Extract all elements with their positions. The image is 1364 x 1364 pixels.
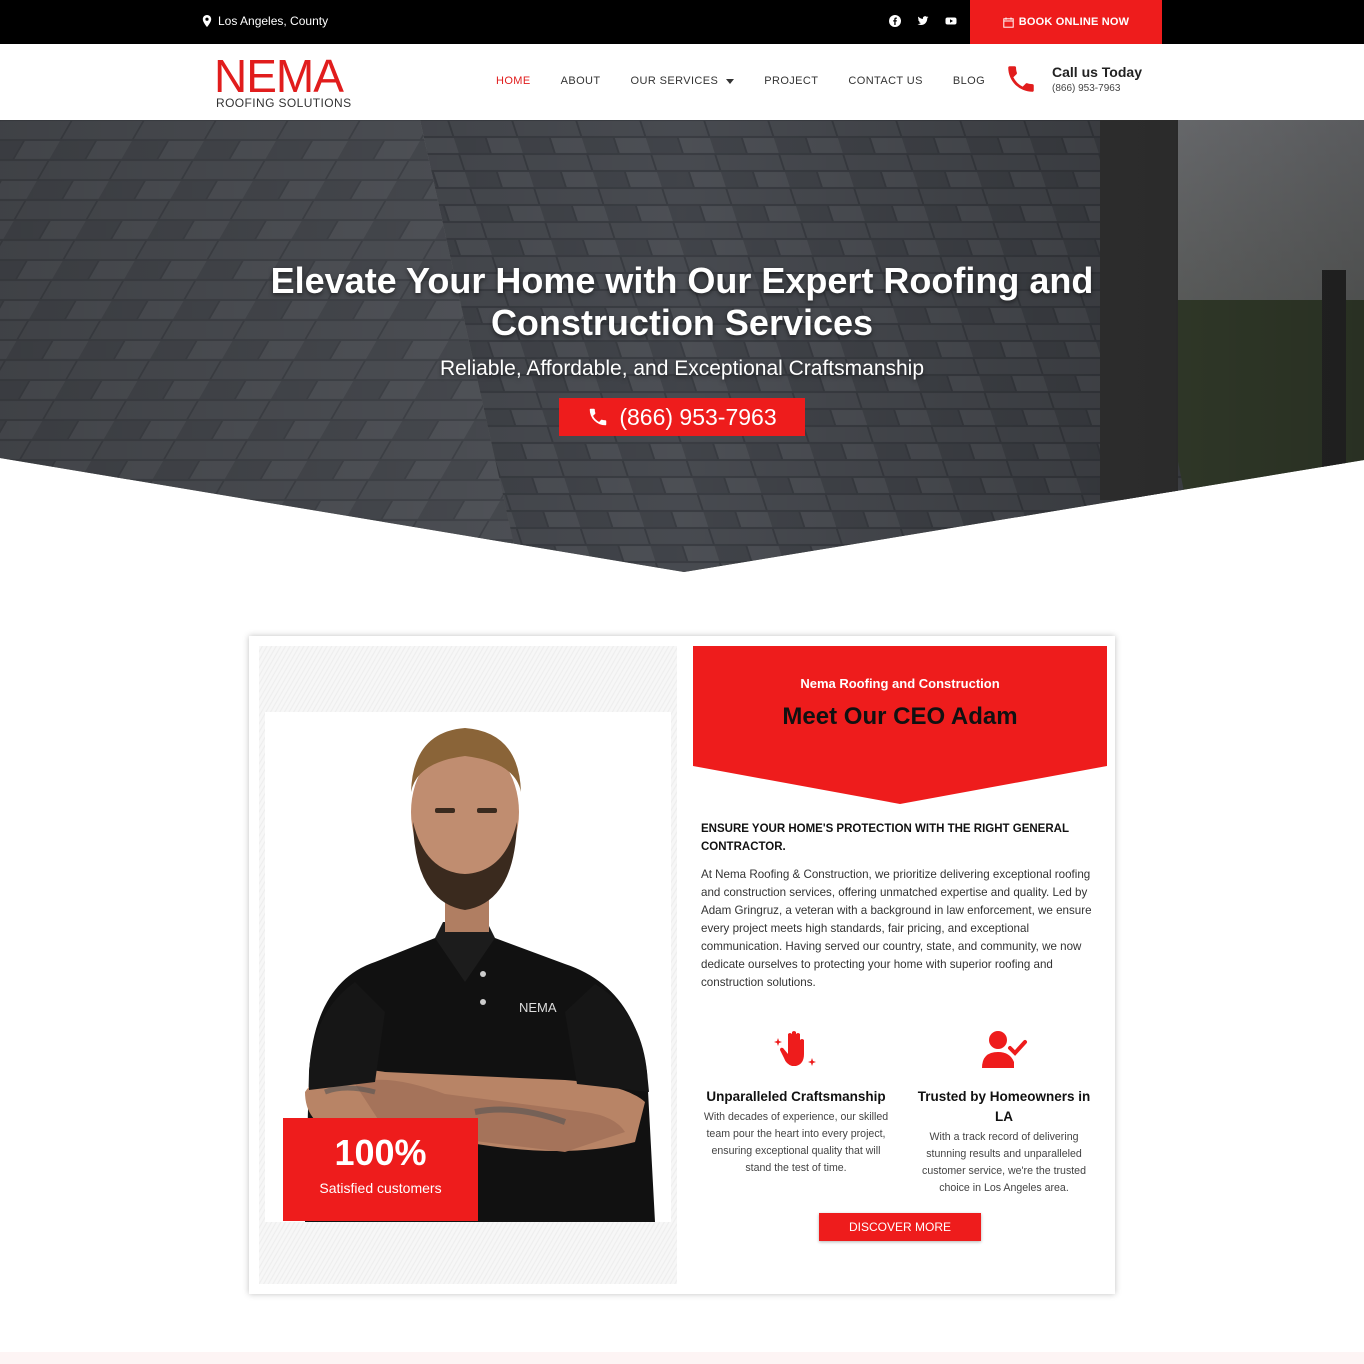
- feature-title: Trusted by Homeowners in LA: [917, 1089, 1091, 1124]
- call-us-number: (866) 953-7963: [1052, 83, 1121, 94]
- feature-trusted: Trusted by Homeowners in LA With a track…: [909, 1030, 1099, 1197]
- location-text: Los Angeles, County: [218, 14, 329, 28]
- nav-about[interactable]: ABOUT: [561, 75, 601, 87]
- discover-more-button[interactable]: DISCOVER MORE: [819, 1213, 981, 1241]
- hero-phone-button[interactable]: (866) 953-7963: [559, 398, 805, 436]
- chevron-down-icon: [726, 78, 735, 84]
- ceo-card: NEMA 100% Satisfied customers Nema Roofi…: [249, 636, 1115, 1294]
- facebook-icon[interactable]: [888, 14, 902, 28]
- main-nav: HOME ABOUT OUR SERVICES PROJECT CONTACT …: [496, 75, 985, 87]
- site-logo[interactable]: NEMA ROOFING SOLUTIONS: [214, 50, 354, 112]
- top-bar: Los Angeles, County BOOK ONLINE NOW: [0, 0, 1364, 44]
- nav-our-services-label: OUR SERVICES: [630, 75, 719, 87]
- ceo-ribbon: Nema Roofing and Construction Meet Our C…: [693, 646, 1107, 804]
- call-us-block[interactable]: Call us Today (866) 953-7963: [1004, 62, 1142, 96]
- call-us-title: Call us Today: [1052, 64, 1142, 80]
- hero-phone-label: (866) 953-7963: [619, 403, 777, 430]
- shirt-logo: NEMA: [519, 1000, 557, 1015]
- intro-heading: ENSURE YOUR HOME'S PROTECTION WITH THE R…: [701, 823, 1069, 853]
- hand-sparkle-icon: [774, 1031, 816, 1066]
- hero-section: Elevate Your Home with Our Expert Roofin…: [0, 120, 1364, 572]
- social-links: [888, 14, 958, 28]
- feature-text: With a track record of delivering stunni…: [922, 1131, 1086, 1194]
- calendar-icon: [1003, 17, 1014, 28]
- user-check-icon: [982, 1031, 1027, 1068]
- youtube-icon[interactable]: [944, 14, 958, 28]
- stat-value: 100%: [334, 1132, 427, 1173]
- phone-icon: [590, 408, 607, 426]
- book-online-label: BOOK ONLINE NOW: [1018, 16, 1130, 28]
- nav-blog[interactable]: BLOG: [953, 75, 985, 87]
- feature-title: Unparalleled Craftsmanship: [706, 1089, 886, 1104]
- stat-label: Satisfied customers: [319, 1180, 442, 1196]
- nav-project[interactable]: PROJECT: [764, 75, 818, 87]
- location: Los Angeles, County: [202, 14, 328, 28]
- logo-subtitle: ROOFING SOLUTIONS: [216, 96, 352, 110]
- phone-icon: [1008, 66, 1034, 92]
- roof-background-image: [0, 120, 1364, 572]
- ceo-photo-panel: NEMA 100% Satisfied customers: [259, 646, 677, 1284]
- ribbon-heading: Meet Our CEO Adam: [782, 703, 1018, 730]
- intro-text: At Nema Roofing & Construction, we prior…: [701, 868, 1092, 989]
- feature-text: With decades of experience, our skilled …: [703, 1111, 889, 1174]
- map-pin-icon: [202, 15, 212, 27]
- feature-craftsmanship: Unparalleled Craftsmanship With decades …: [701, 1030, 891, 1177]
- satisfaction-stat: 100% Satisfied customers: [283, 1118, 478, 1221]
- main-header: NEMA ROOFING SOLUTIONS HOME ABOUT OUR SE…: [0, 44, 1364, 120]
- nav-home[interactable]: HOME: [496, 75, 531, 87]
- ribbon-kicker: Nema Roofing and Construction: [800, 676, 1000, 691]
- hero-subtitle: Reliable, Affordable, and Exceptional Cr…: [439, 357, 925, 380]
- hero-title: Elevate Your Home with Our Expert Roofin…: [270, 260, 1094, 343]
- nav-our-services[interactable]: OUR SERVICES: [631, 75, 735, 87]
- twitter-icon[interactable]: [916, 14, 930, 28]
- nav-contact-us[interactable]: CONTACT US: [848, 75, 923, 87]
- book-online-button[interactable]: BOOK ONLINE NOW: [970, 0, 1162, 44]
- next-section-edge: [0, 1352, 1364, 1364]
- logo-brand: NEMA: [214, 50, 344, 102]
